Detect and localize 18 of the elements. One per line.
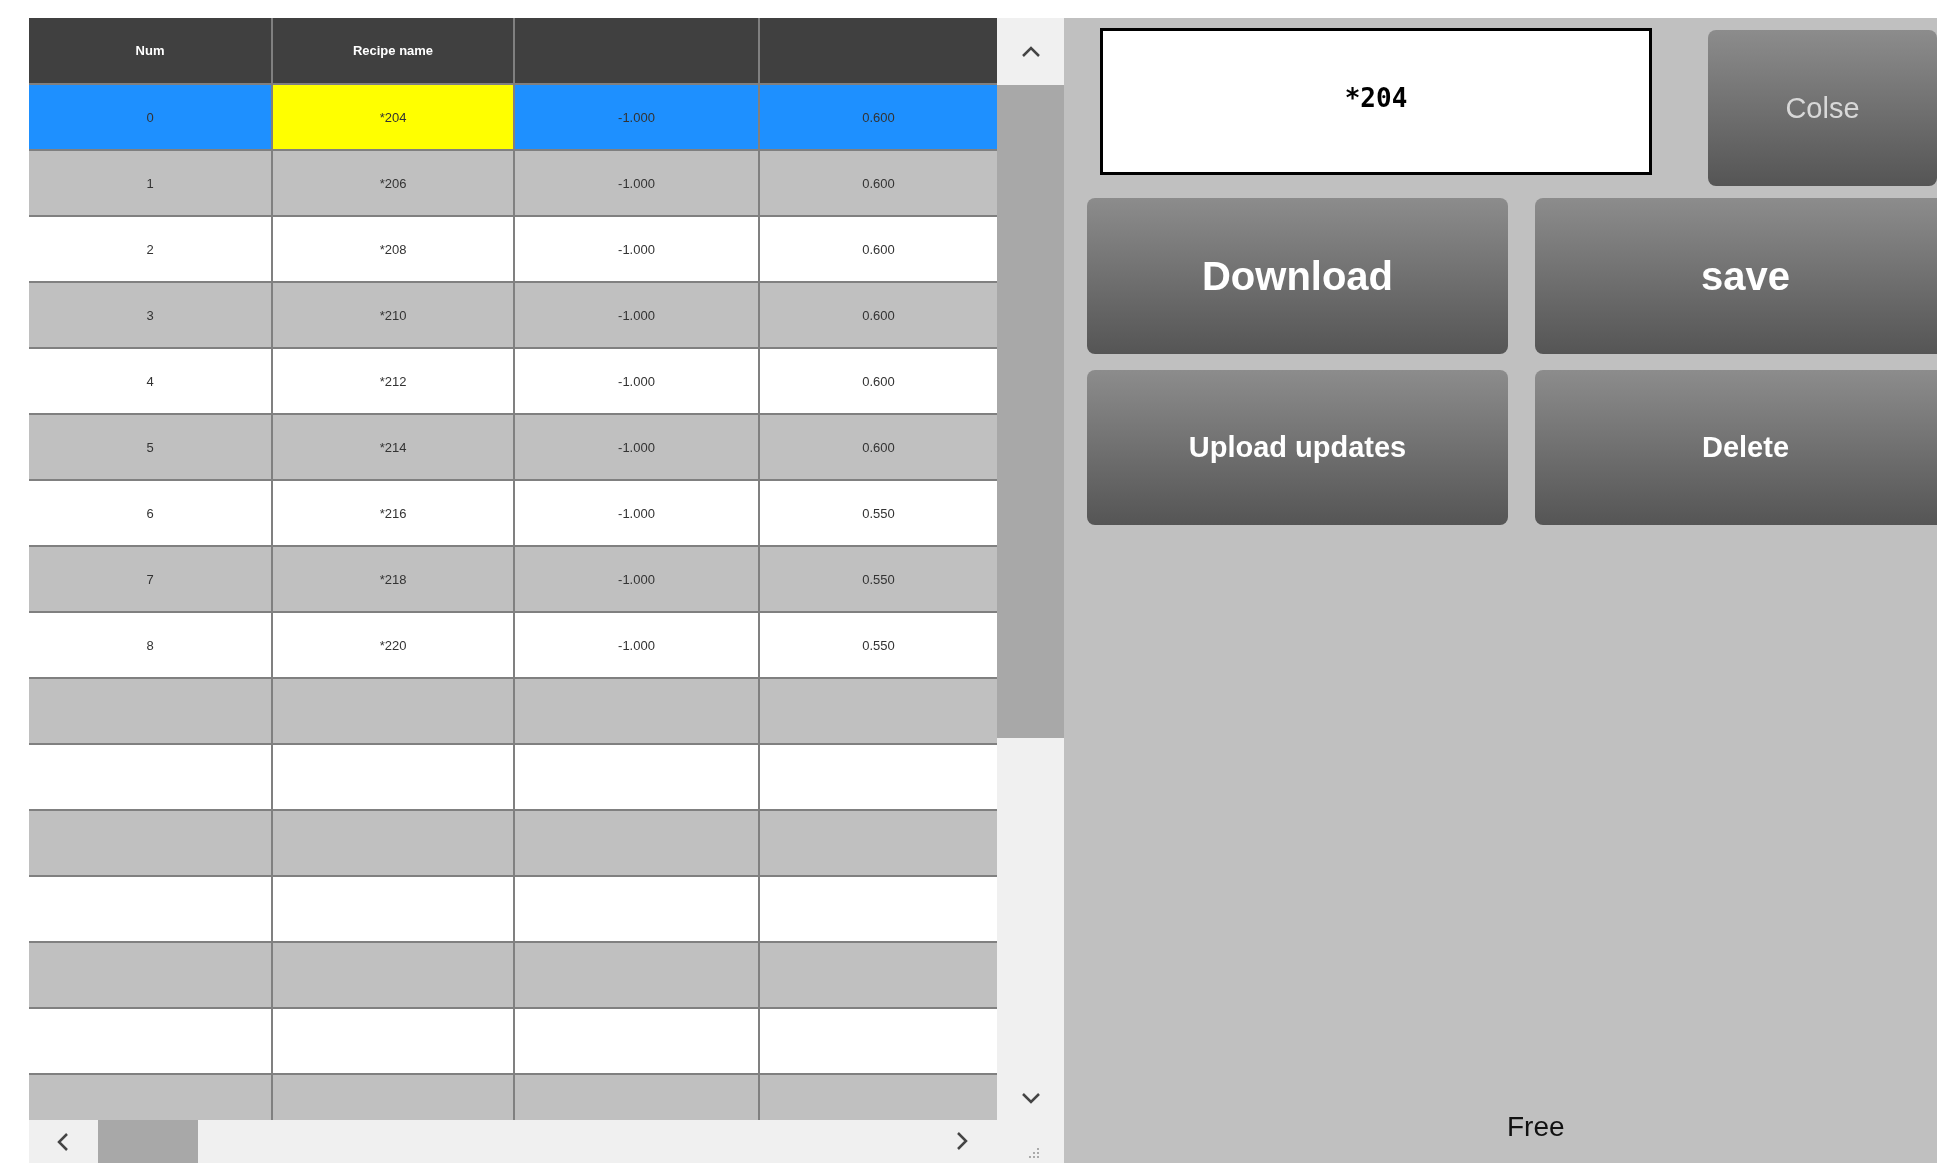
table-row[interactable]: 4 *212 -1.000 0.600 <box>29 349 997 415</box>
table-row[interactable]: 3 *210 -1.000 0.600 <box>29 283 997 349</box>
column-header: Recipe name <box>352 43 434 58</box>
action-button[interactable]: save <box>1535 198 1937 354</box>
column-header: Num <box>135 43 165 58</box>
table-row[interactable]: 6 *216 -1.000 0.550 <box>29 481 997 547</box>
table-row[interactable]: 8 *220 -1.000 0.550 <box>29 613 997 679</box>
table-row[interactable]: 2 *208 -1.000 0.600 <box>29 217 997 283</box>
table-row[interactable]: 0 *204 -1.000 0.600 <box>29 85 997 151</box>
table-row[interactable]: 7 *218 -1.000 0.550 <box>29 547 997 613</box>
action-button[interactable]: Delete <box>1535 370 1937 525</box>
action-button[interactable]: Upload updates <box>1087 370 1508 525</box>
status-text: Free <box>1507 1111 1565 1143</box>
table-cell: *204 <box>273 85 515 151</box>
action-button[interactable]: Download <box>1087 198 1508 354</box>
recipe-name-field[interactable]: *204 <box>1100 28 1652 175</box>
table-row[interactable]: 1 *206 -1.000 0.600 <box>29 151 997 217</box>
table-row[interactable]: 5 *214 -1.000 0.600 <box>29 415 997 481</box>
